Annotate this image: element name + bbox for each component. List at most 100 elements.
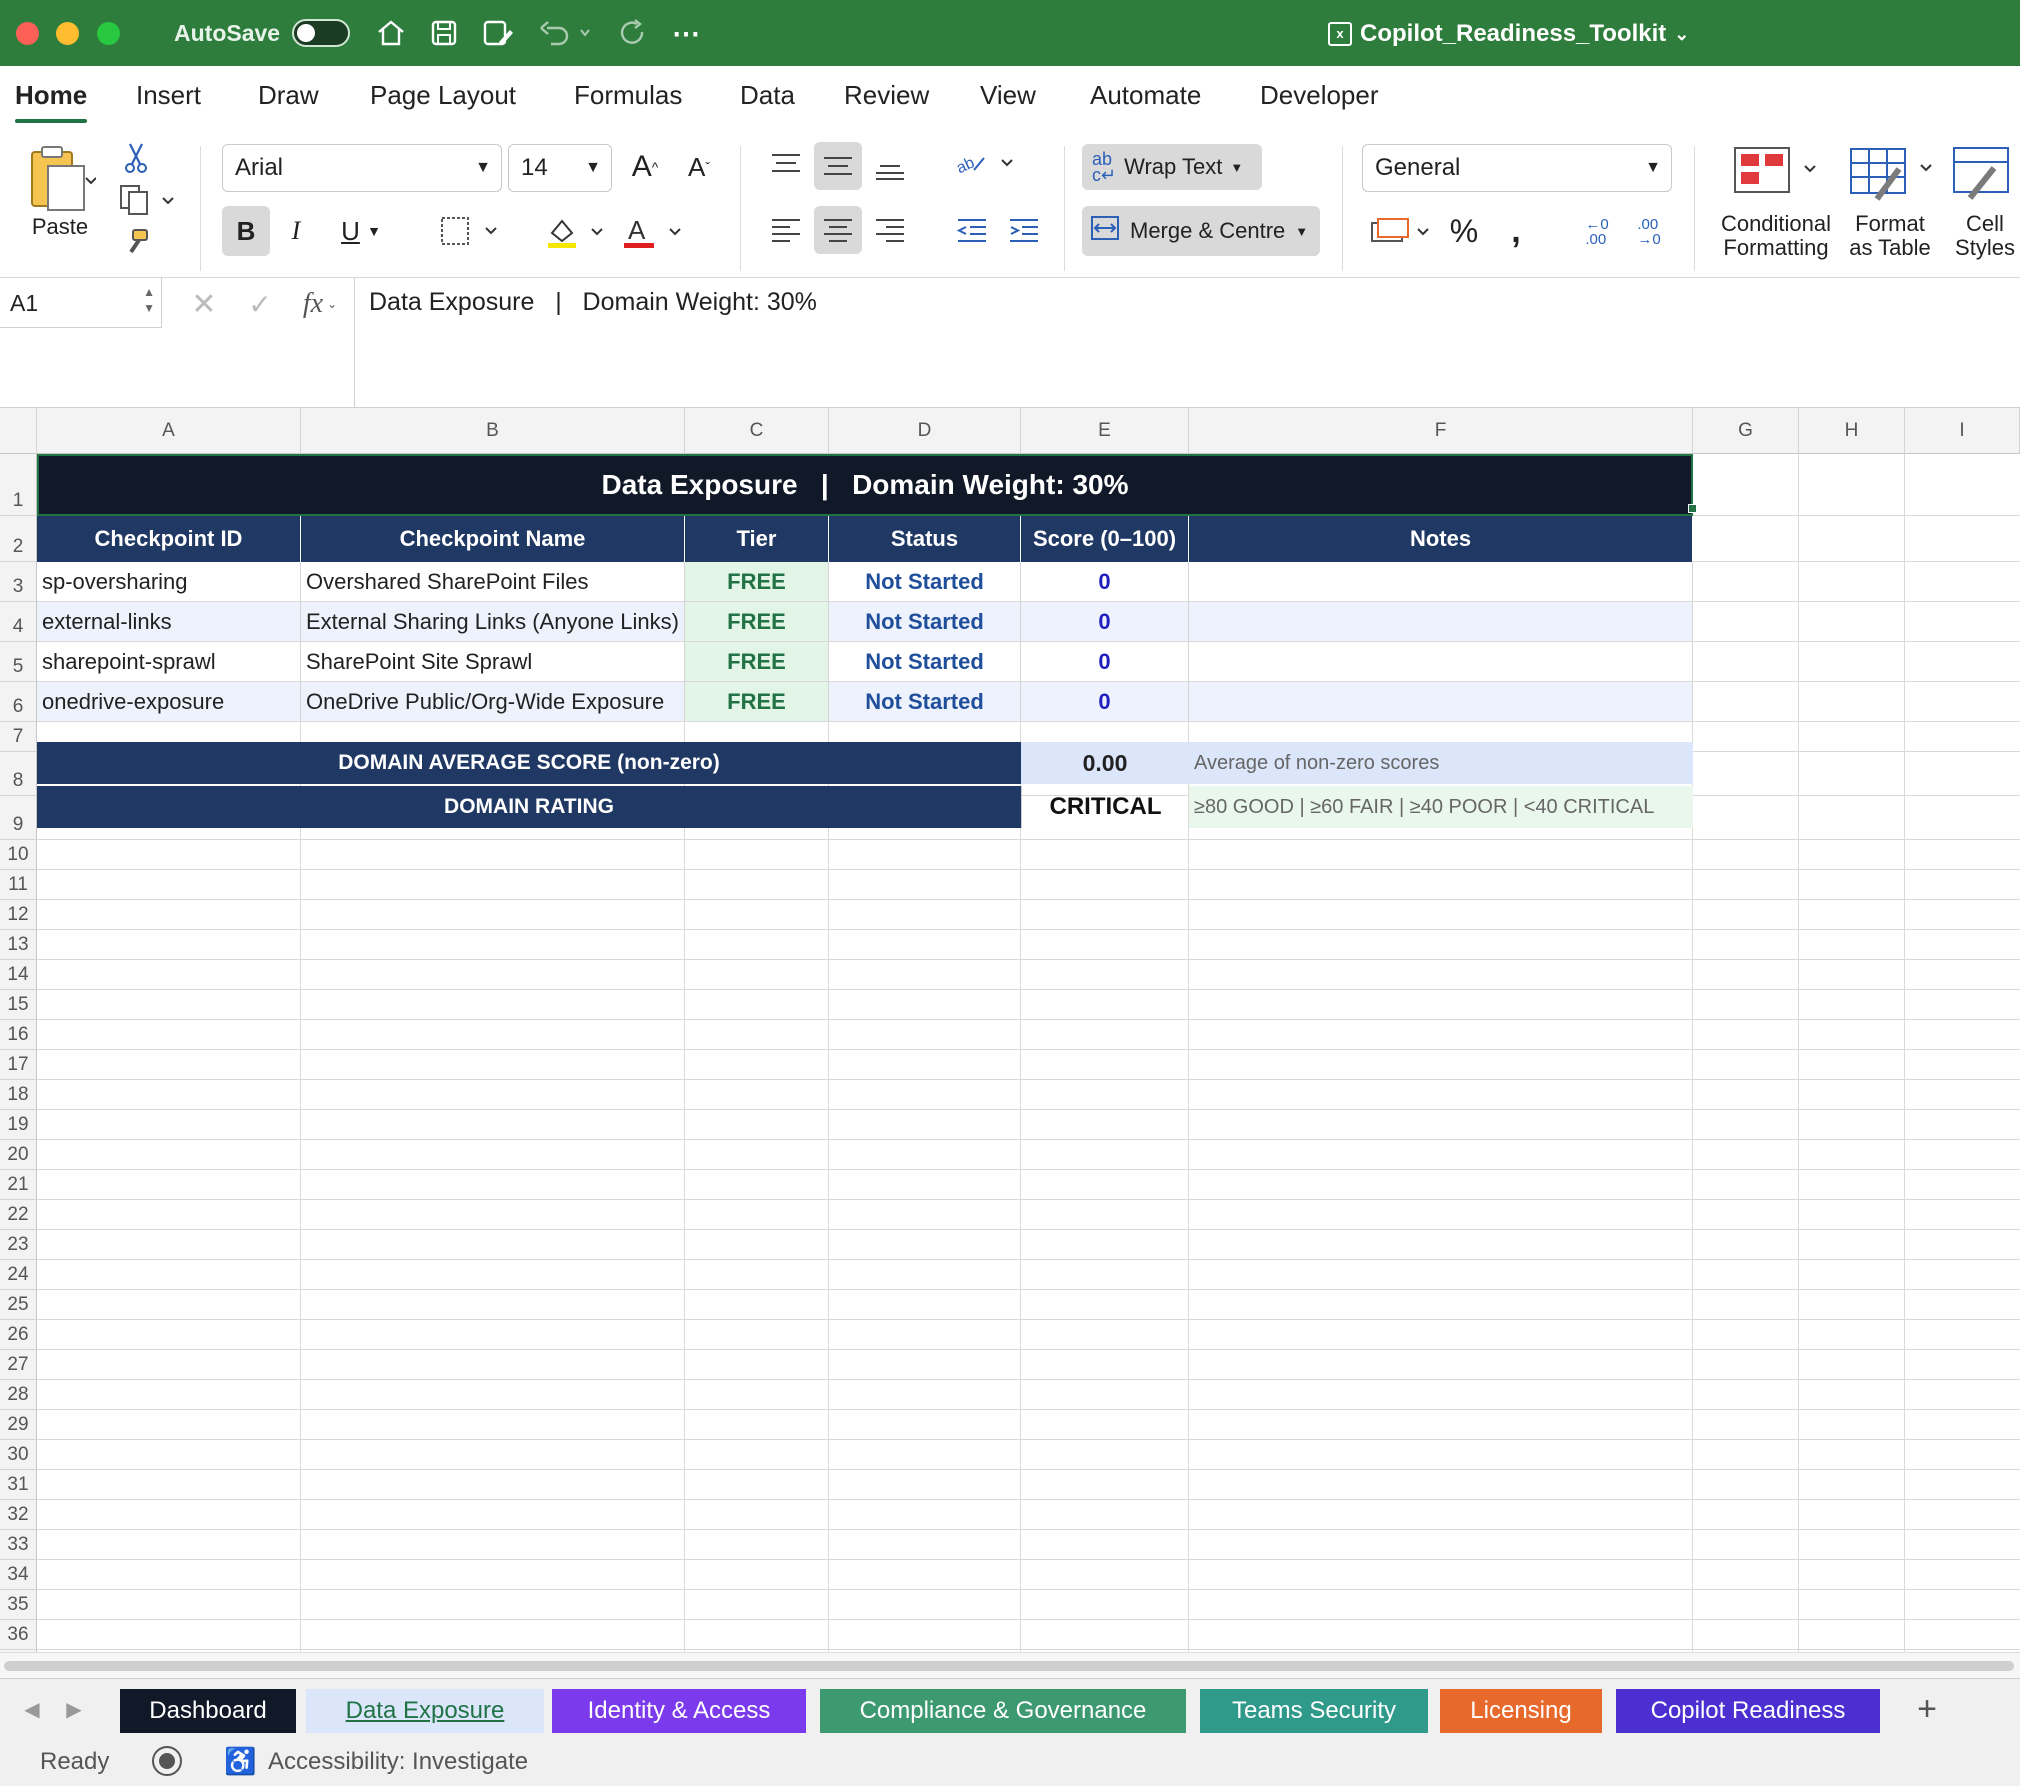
- format-as-table-icon[interactable]: [1846, 142, 1936, 204]
- cell-status[interactable]: Not Started: [829, 682, 1021, 721]
- format-as-table-button[interactable]: Format as Table: [1840, 210, 1940, 262]
- cell-name[interactable]: SharePoint Site Sprawl: [301, 642, 685, 681]
- wrap-text-button[interactable]: ab c↵ Wrap Text ▼: [1082, 144, 1262, 190]
- tab-insert[interactable]: Insert: [136, 80, 201, 111]
- domain-rating-label[interactable]: DOMAIN RATING: [37, 786, 1021, 828]
- row-header[interactable]: 33: [0, 1530, 37, 1560]
- row-header[interactable]: 3: [0, 562, 37, 602]
- autosave-toggle[interactable]: [292, 19, 350, 47]
- row-header[interactable]: 28: [0, 1380, 37, 1410]
- cell-id[interactable]: onedrive-exposure: [37, 682, 301, 721]
- redo-icon[interactable]: [614, 14, 652, 52]
- domain-average-value[interactable]: 0.00: [1021, 742, 1189, 784]
- number-format-select[interactable]: General ▼: [1362, 144, 1672, 192]
- accessibility-icon[interactable]: ♿: [224, 1746, 256, 1777]
- tab-view[interactable]: View: [980, 80, 1036, 111]
- horizontal-scrollbar[interactable]: [0, 1652, 2020, 1678]
- row-header[interactable]: 16: [0, 1020, 37, 1050]
- horizontal-scrollbar-thumb[interactable]: [4, 1661, 2014, 1671]
- align-left-icon[interactable]: [764, 208, 808, 252]
- cell-name[interactable]: OneDrive Public/Org-Wide Exposure: [301, 682, 685, 721]
- cell-notes[interactable]: [1189, 602, 1693, 641]
- row-header[interactable]: 8: [0, 752, 37, 796]
- column-header-f[interactable]: F: [1189, 408, 1693, 454]
- sheet-tab-compliance-governance[interactable]: Compliance & Governance: [820, 1689, 1186, 1733]
- row-header[interactable]: 23: [0, 1230, 37, 1260]
- underline-icon[interactable]: U ▼: [326, 206, 396, 256]
- row-header[interactable]: 19: [0, 1110, 37, 1140]
- accounting-format-icon[interactable]: [1366, 210, 1436, 254]
- conditional-formatting-icon[interactable]: [1730, 142, 1820, 204]
- font-name-select[interactable]: Arial ▼: [222, 144, 502, 192]
- cell-notes[interactable]: [1189, 642, 1693, 681]
- fill-handle[interactable]: [1688, 504, 1697, 513]
- spreadsheet-grid[interactable]: A B C D E F G H I 1 2 3 4 5 6 7 8 9 10 11 12 13 14 15 1…: [0, 408, 2020, 1652]
- zoom-window-button[interactable]: [97, 22, 120, 45]
- row-header[interactable]: 7: [0, 722, 37, 752]
- cell-name[interactable]: Overshared SharePoint Files: [301, 562, 685, 601]
- row-header[interactable]: 4: [0, 602, 37, 642]
- row-header[interactable]: 12: [0, 900, 37, 930]
- column-header-d[interactable]: D: [829, 408, 1021, 454]
- row-header[interactable]: 22: [0, 1200, 37, 1230]
- row-header[interactable]: 26: [0, 1320, 37, 1350]
- percent-icon[interactable]: %: [1442, 208, 1486, 254]
- row-header[interactable]: 34: [0, 1560, 37, 1590]
- cell-styles-button[interactable]: Cell Styles: [1950, 210, 2020, 262]
- row-header[interactable]: 20: [0, 1140, 37, 1170]
- column-header-e[interactable]: E: [1021, 408, 1189, 454]
- select-all-corner[interactable]: [0, 408, 37, 454]
- sheet-tab-dashboard[interactable]: Dashboard: [120, 1689, 296, 1733]
- row-header[interactable]: 21: [0, 1170, 37, 1200]
- row-header[interactable]: 6: [0, 682, 37, 722]
- sheet-tab-copilot-readiness[interactable]: Copilot Readiness: [1616, 1689, 1880, 1733]
- close-window-button[interactable]: [16, 22, 39, 45]
- domain-average-note[interactable]: Average of non-zero scores: [1189, 742, 1693, 784]
- tab-data[interactable]: Data: [740, 80, 795, 111]
- accessibility-status[interactable]: Accessibility: Investigate: [268, 1748, 528, 1776]
- tab-automate[interactable]: Automate: [1090, 80, 1201, 111]
- cell-tier[interactable]: FREE: [685, 642, 829, 681]
- cell-id[interactable]: external-links: [37, 602, 301, 641]
- column-header-a[interactable]: A: [37, 408, 301, 454]
- minimize-window-button[interactable]: [56, 22, 79, 45]
- home-icon[interactable]: [372, 14, 410, 52]
- column-header-b[interactable]: B: [301, 408, 685, 454]
- save-icon[interactable]: [425, 14, 463, 52]
- column-header-c[interactable]: C: [685, 408, 829, 454]
- row-header[interactable]: 10: [0, 840, 37, 870]
- align-top-icon[interactable]: [764, 142, 808, 186]
- row-header[interactable]: 27: [0, 1350, 37, 1380]
- cell-tier[interactable]: FREE: [685, 562, 829, 601]
- column-header-g[interactable]: G: [1693, 408, 1799, 454]
- decrease-indent-icon[interactable]: [950, 208, 994, 252]
- row-header[interactable]: 18: [0, 1080, 37, 1110]
- cell-tier[interactable]: FREE: [685, 602, 829, 641]
- row-header[interactable]: 13: [0, 930, 37, 960]
- name-box[interactable]: A1 ▲ ▼: [0, 278, 162, 328]
- tab-draw[interactable]: Draw: [258, 80, 319, 111]
- row-header[interactable]: 15: [0, 990, 37, 1020]
- italic-icon[interactable]: I: [276, 206, 316, 256]
- decrease-decimal-icon[interactable]: .00 →0: [1626, 210, 1672, 254]
- increase-font-icon[interactable]: A ^: [624, 146, 666, 188]
- sheet-tab-teams-security[interactable]: Teams Security: [1200, 1689, 1428, 1733]
- column-header-i[interactable]: I: [1905, 408, 2020, 454]
- cell-notes[interactable]: [1189, 682, 1693, 721]
- cancel-entry-icon[interactable]: ✕: [184, 284, 224, 324]
- cell-score[interactable]: 0: [1021, 602, 1189, 641]
- conditional-formatting-button[interactable]: Conditional Formatting: [1710, 210, 1842, 262]
- tab-review[interactable]: Review: [844, 80, 929, 111]
- align-middle-icon[interactable]: [814, 142, 862, 190]
- domain-average-label[interactable]: DOMAIN AVERAGE SCORE (non-zero): [37, 742, 1021, 784]
- domain-rating-note[interactable]: ≥80 GOOD | ≥60 FAIR | ≥40 POOR | <40 CRI…: [1189, 786, 1693, 828]
- header-status[interactable]: Status: [829, 516, 1021, 562]
- increase-decimal-icon[interactable]: ←0.00: [1574, 210, 1620, 254]
- tab-formulas[interactable]: Formulas: [574, 80, 682, 111]
- scroll-tabs-left-icon[interactable]: ◀: [14, 1689, 50, 1729]
- tab-page-layout[interactable]: Page Layout: [370, 80, 516, 111]
- column-header-h[interactable]: H: [1799, 408, 1905, 454]
- row-header[interactable]: 2: [0, 516, 37, 562]
- bold-icon[interactable]: B: [222, 206, 270, 256]
- header-score[interactable]: Score (0–100): [1021, 516, 1189, 562]
